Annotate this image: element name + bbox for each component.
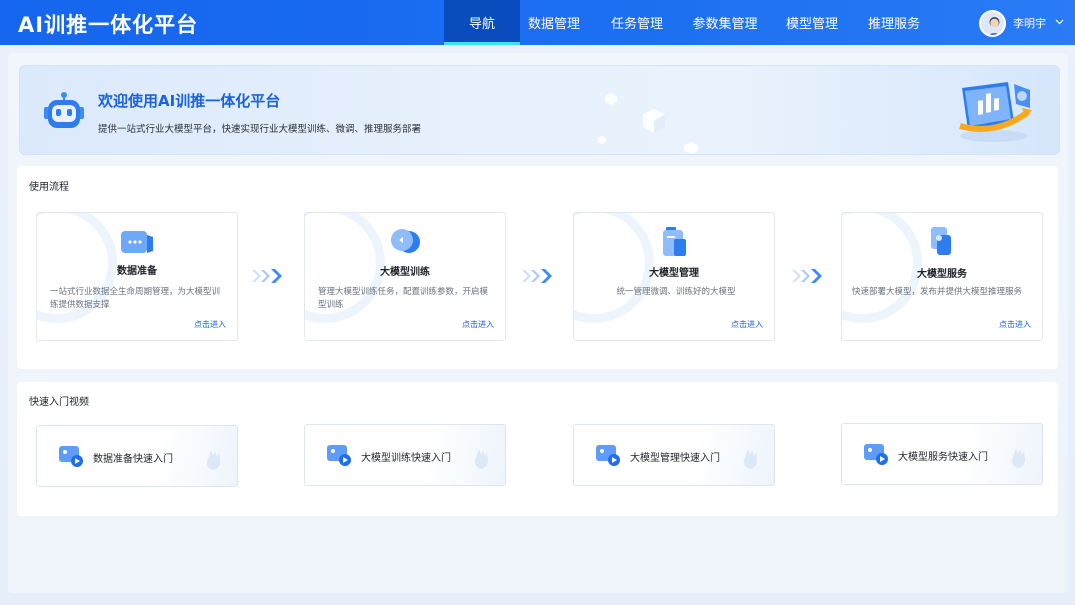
video-icon <box>594 443 622 471</box>
video-icon <box>57 444 85 472</box>
nav-tab-paramset[interactable]: 参数集管理 <box>687 0 763 45</box>
step-card-training[interactable]: 大模型训练 管理大模型训练任务，配置训练参数，开启模型训练 点击进入 <box>304 212 506 341</box>
hand-decoration-icon <box>1008 446 1034 474</box>
step-description: 快速部署大模型，发布并提供大模型推理服务 <box>852 287 1023 297</box>
model-service-icon <box>922 225 962 263</box>
step-title: 大模型管理 <box>649 268 699 279</box>
hand-decoration-icon <box>471 447 497 475</box>
nav-tab-home[interactable]: 导航 <box>444 0 520 45</box>
welcome-banner: 欢迎使用AI训推一体化平台 提供一站式行业大模型平台，快速实现行业大模型训练、微… <box>19 65 1060 155</box>
user-menu[interactable]: 李明宇 <box>979 9 1064 37</box>
hand-decoration-icon <box>740 447 766 475</box>
step-card-model-service[interactable]: 大模型服务 快速部署大模型，发布并提供大模型推理服务 点击进入 <box>841 212 1043 341</box>
step-description: 一站式行业数据全生命周期管理，为大模型训练提供数据支撑 <box>50 287 221 310</box>
nav-tab-inference[interactable]: 推理服务 <box>862 0 926 45</box>
chevron-down-icon[interactable] <box>1055 18 1064 28</box>
avatar <box>979 9 1006 37</box>
model-manage-icon <box>654 225 694 263</box>
app-title: AI训推一体化平台 <box>18 13 199 37</box>
video-card-training[interactable]: 大模型训练快速入门 <box>304 424 506 486</box>
flow-arrow-icon <box>792 269 822 283</box>
dashboard-illustration-icon <box>956 78 1034 148</box>
nav-tab-task[interactable]: 任务管理 <box>605 0 669 45</box>
video-card-model-service[interactable]: 大模型服务快速入门 <box>841 423 1043 485</box>
cube-decoration-icon <box>643 109 665 133</box>
nav-tab-data[interactable]: 数据管理 <box>522 0 586 45</box>
cube-decoration-icon <box>605 93 617 105</box>
step-card-data-prep[interactable]: 数据准备 一站式行业数据全生命周期管理，为大模型训练提供数据支撑 点击进入 <box>36 212 238 341</box>
step-title: 大模型训练 <box>380 267 430 278</box>
enter-link[interactable]: 点击进入 <box>999 319 1031 330</box>
video-icon <box>325 443 353 471</box>
video-label: 数据准备快速入门 <box>93 454 173 465</box>
step-card-model-manage[interactable]: 大模型管理 统一管理微调、训练好的大模型 点击进入 <box>573 212 775 341</box>
video-label: 大模型管理快速入门 <box>630 453 720 464</box>
robot-icon <box>42 90 86 136</box>
video-label: 大模型服务快速入门 <box>898 452 988 463</box>
top-nav-bar: AI训推一体化平台 导航 数据管理 任务管理 参数集管理 模型管理 推理服务 李… <box>0 0 1075 45</box>
cube-decoration-icon <box>598 136 606 144</box>
training-icon <box>385 225 425 261</box>
enter-link[interactable]: 点击进入 <box>731 319 763 330</box>
flow-arrow-icon <box>522 269 552 283</box>
hand-decoration-icon <box>203 448 229 476</box>
video-icon <box>862 442 890 470</box>
enter-link[interactable]: 点击进入 <box>462 319 494 330</box>
video-label: 大模型训练快速入门 <box>361 453 451 464</box>
step-title: 数据准备 <box>117 266 157 277</box>
step-description: 管理大模型训练任务，配置训练参数，开启模型训练 <box>318 287 489 310</box>
video-card-model-manage[interactable]: 大模型管理快速入门 <box>573 424 775 486</box>
nav-tab-model[interactable]: 模型管理 <box>780 0 844 45</box>
panel-title: 使用流程 <box>29 182 69 193</box>
banner-subtitle: 提供一站式行业大模型平台，快速实现行业大模型训练、微调、推理服务部署 <box>98 124 422 135</box>
cube-decoration-icon <box>684 142 698 154</box>
flow-arrow-icon <box>252 269 282 283</box>
banner-title: 欢迎使用AI训推一体化平台 <box>98 92 281 110</box>
step-description: 统一管理微调、训练好的大模型 <box>616 287 736 297</box>
user-name: 李明宇 <box>1013 17 1046 30</box>
step-title: 大模型服务 <box>917 269 967 280</box>
enter-link[interactable]: 点击进入 <box>194 319 226 330</box>
video-card-data-prep[interactable]: 数据准备快速入门 <box>36 425 238 487</box>
panel-title: 快速入门视频 <box>29 397 89 408</box>
data-icon <box>117 225 157 261</box>
